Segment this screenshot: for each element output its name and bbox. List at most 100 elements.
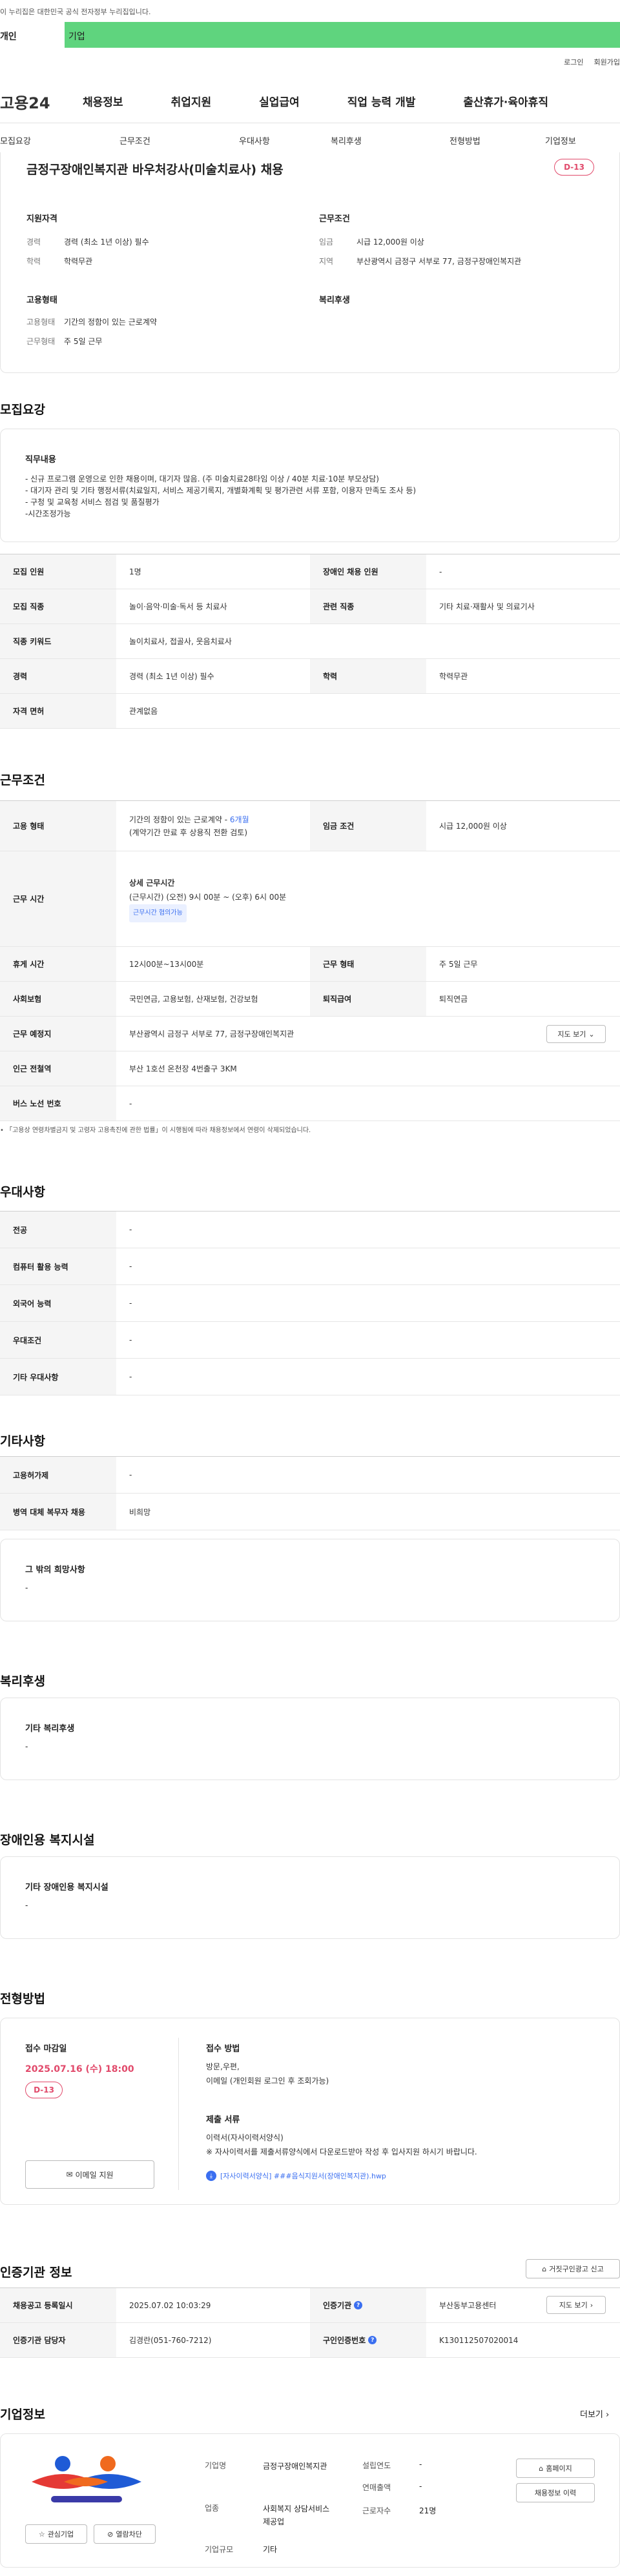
job-history-button[interactable]: 채용정보 이력 <box>516 2483 595 2502</box>
table-cell: 부산 1호선 온천장 4번출구 3KM <box>129 1064 237 1073</box>
table-cell: 주 5일 근무 <box>439 960 478 969</box>
facility-card: 기타 장애인용 복지시설 - <box>0 1856 620 1939</box>
block-view-button[interactable]: ⊘ 열람차단 <box>94 2524 156 2544</box>
table-cell: 관계없음 <box>129 707 158 716</box>
welfare-title: 복리후생 <box>319 296 350 305</box>
table-header-cell: 고용 형태 <box>0 801 116 851</box>
facility-card-value: - <box>25 1901 28 1910</box>
region-label: 지역 <box>319 257 334 266</box>
table-header-cell: 퇴직급여 <box>310 982 426 1016</box>
other-table: 고용허가제 - 병역 대체 복무자 채용 비희망 <box>0 1456 620 1530</box>
table-header-cell: 구인인증번호? <box>310 2323 426 2357</box>
tab-recruit[interactable]: 모집요강 <box>0 125 119 155</box>
tab-welfare[interactable]: 복리후생 <box>331 125 450 155</box>
email-apply-button[interactable]: ✉ 이메일 지원 <box>25 2160 154 2189</box>
career-value: 경력 (최소 1년 이상) 필수 <box>64 238 149 247</box>
section-tabs: 모집요강 근무조건 우대사항 복리후생 전형방법 기업정보 <box>0 125 620 155</box>
table-cell: - <box>129 1335 132 1344</box>
homepage-button[interactable]: ⌂ 홈페이지 <box>516 2459 595 2478</box>
company-more-link[interactable]: 더보기 › <box>580 2408 609 2420</box>
table-header-cell: 우대조건 <box>0 1322 116 1358</box>
site-logo[interactable]: 고용24 <box>0 90 50 113</box>
info-icon[interactable]: ? <box>354 2301 363 2309</box>
region-value: 부산광역시 금정구 서부로 77, 금정구장애인복지관 <box>356 257 522 266</box>
table-cell: K130112507020014 <box>439 2335 519 2345</box>
facility-heading: 장애인용 복지시설 <box>0 1833 95 1847</box>
hours-line: (근무시간) (오전) 9시 00분 ~ (오후) 6시 00분 <box>129 892 287 902</box>
job-history-label: 채용정보 이력 <box>534 2489 577 2497</box>
report-fake-ad-button[interactable]: ⌂ 거짓구인광고 신고 <box>526 2259 620 2278</box>
agency-heading: 인증기관 정보 <box>0 2266 72 2280</box>
staff-value: 21명 <box>419 2506 437 2515</box>
table-header-cell: 인증기관 담당자 <box>0 2323 116 2357</box>
emp-type-text: 기간의 정함이 있는 근로계약 - <box>129 815 230 824</box>
star-icon: ☆ <box>38 2530 45 2539</box>
tab-person[interactable]: 개인 <box>0 22 65 48</box>
table-cell: - <box>129 1262 132 1271</box>
table-header-cell: 임금 조건 <box>310 801 426 851</box>
table-row: 근무 예정지 부산광역시 금정구 서부로 77, 금정구장애인복지관 지도 보기… <box>0 1017 620 1051</box>
table-cell: 국민연금, 고용보험, 산재보험, 건강보험 <box>129 995 258 1004</box>
table-cell: 상세 근무시간 (근무시간) (오전) 9시 00분 ~ (오후) 6시 00분… <box>116 851 620 946</box>
wage-item: 임금 시급 12,000원 이상 <box>319 236 424 247</box>
company-name-label: 기업명 <box>205 2461 227 2470</box>
industry-label: 업종 <box>205 2504 220 2513</box>
gnb-unemployment-benefit[interactable]: 실업급여 <box>259 93 300 109</box>
gnb-jobs[interactable]: 채용정보 <box>83 93 123 109</box>
tab-company[interactable]: 기업정보 <box>545 125 584 155</box>
duty-card: 직무내용 - 신규 프로그램 운영으로 인한 채용이며, 대기자 많음. (주 … <box>0 429 620 542</box>
staff-label: 근로자수 <box>362 2506 391 2515</box>
tab-preference[interactable]: 우대사항 <box>239 125 331 155</box>
tab-selection[interactable]: 전형방법 <box>450 125 545 155</box>
docs-title: 제출 서류 <box>206 2115 240 2125</box>
founded-value: - <box>419 2460 422 2469</box>
gnb-skills[interactable]: 직업 능력 개발 <box>347 93 416 109</box>
recruit-heading: 모집요강 <box>0 403 45 417</box>
career-label: 경력 <box>26 238 41 247</box>
agency-table: 채용공고 등록일시 2025.07.02 10:03:29 인증기관? 부산동부… <box>0 2287 620 2358</box>
gnb-employment-support[interactable]: 취업지원 <box>171 93 212 109</box>
method-title: 접수 방법 <box>206 2044 240 2054</box>
agency-label: 인증기관 <box>323 2301 352 2310</box>
util-links: 로그인 회원가입 <box>564 57 620 67</box>
login-link[interactable]: 로그인 <box>564 57 583 67</box>
signup-link[interactable]: 회원가입 <box>594 57 620 67</box>
table-cell: - <box>129 1372 132 1381</box>
interest-company-button[interactable]: ☆ 관심기업 <box>25 2524 87 2544</box>
preference-heading: 우대사항 <box>0 1185 45 1199</box>
tab-company[interactable]: 기업 <box>65 22 620 48</box>
block-label: 열람차단 <box>116 2530 142 2539</box>
info-icon[interactable]: ? <box>368 2336 377 2344</box>
chevron-right-icon: › <box>590 2300 594 2309</box>
emptype-label: 고용형태 <box>26 318 56 327</box>
map-button[interactable]: 지도 보기 ⌄ <box>546 1025 606 1043</box>
size-label: 기업규모 <box>205 2545 234 2554</box>
map-button-label: 지도 보기 <box>557 1030 586 1039</box>
company-heading: 기업정보 <box>0 2408 45 2422</box>
table-header-cell: 휴게 시간 <box>0 947 116 981</box>
table-header-cell: 모집 직종 <box>0 589 116 624</box>
table-row: 기타 우대사항 - <box>0 1359 620 1395</box>
agency-map-button[interactable]: 지도 보기 › <box>546 2296 606 2314</box>
divider <box>178 2038 179 2190</box>
table-header-cell: 버스 노선 번호 <box>0 1086 116 1121</box>
duty-line: - 대기자 관리 및 기타 행정서류(치료일지, 서비스 제공기록지, 개별화계… <box>25 486 417 495</box>
worktype-value: 주 5일 근무 <box>64 337 103 346</box>
duty-title: 직무내용 <box>25 455 56 465</box>
table-cell: 기타 치료·재활사 및 의료기사 <box>439 602 535 611</box>
table-header-cell: 관련 직종 <box>310 589 426 624</box>
conditions-title: 근무조건 <box>319 214 350 224</box>
table-cell: 김경란(051-760-7212) <box>129 2336 212 2345</box>
tab-conditions[interactable]: 근무조건 <box>119 125 239 155</box>
home-icon: ⌂ <box>539 2464 544 2473</box>
attachment-link[interactable]: ⤓ [자사이력서양식] ###음식지원서(장애인복지관).hwp <box>206 2171 386 2181</box>
chevron-right-icon: › <box>603 2410 610 2420</box>
deadline-date: 2025.07.16 (수) 18:00 <box>25 2064 134 2074</box>
gnb-leave[interactable]: 출산휴가·육아휴직 <box>463 93 548 109</box>
table-cell: 12시00분~13시00분 <box>129 960 204 969</box>
table-cell: 비희망 <box>129 1507 151 1517</box>
table-row: 모집 직종 놀이·음악·미술·독서 등 치료사 관련 직종 기타 치료·재활사 … <box>0 589 620 624</box>
bullet: • <box>0 1127 6 1134</box>
table-cell: 놀이치료사, 접골사, 웃음치료사 <box>129 637 232 646</box>
worktype-label: 근무형태 <box>26 337 56 346</box>
